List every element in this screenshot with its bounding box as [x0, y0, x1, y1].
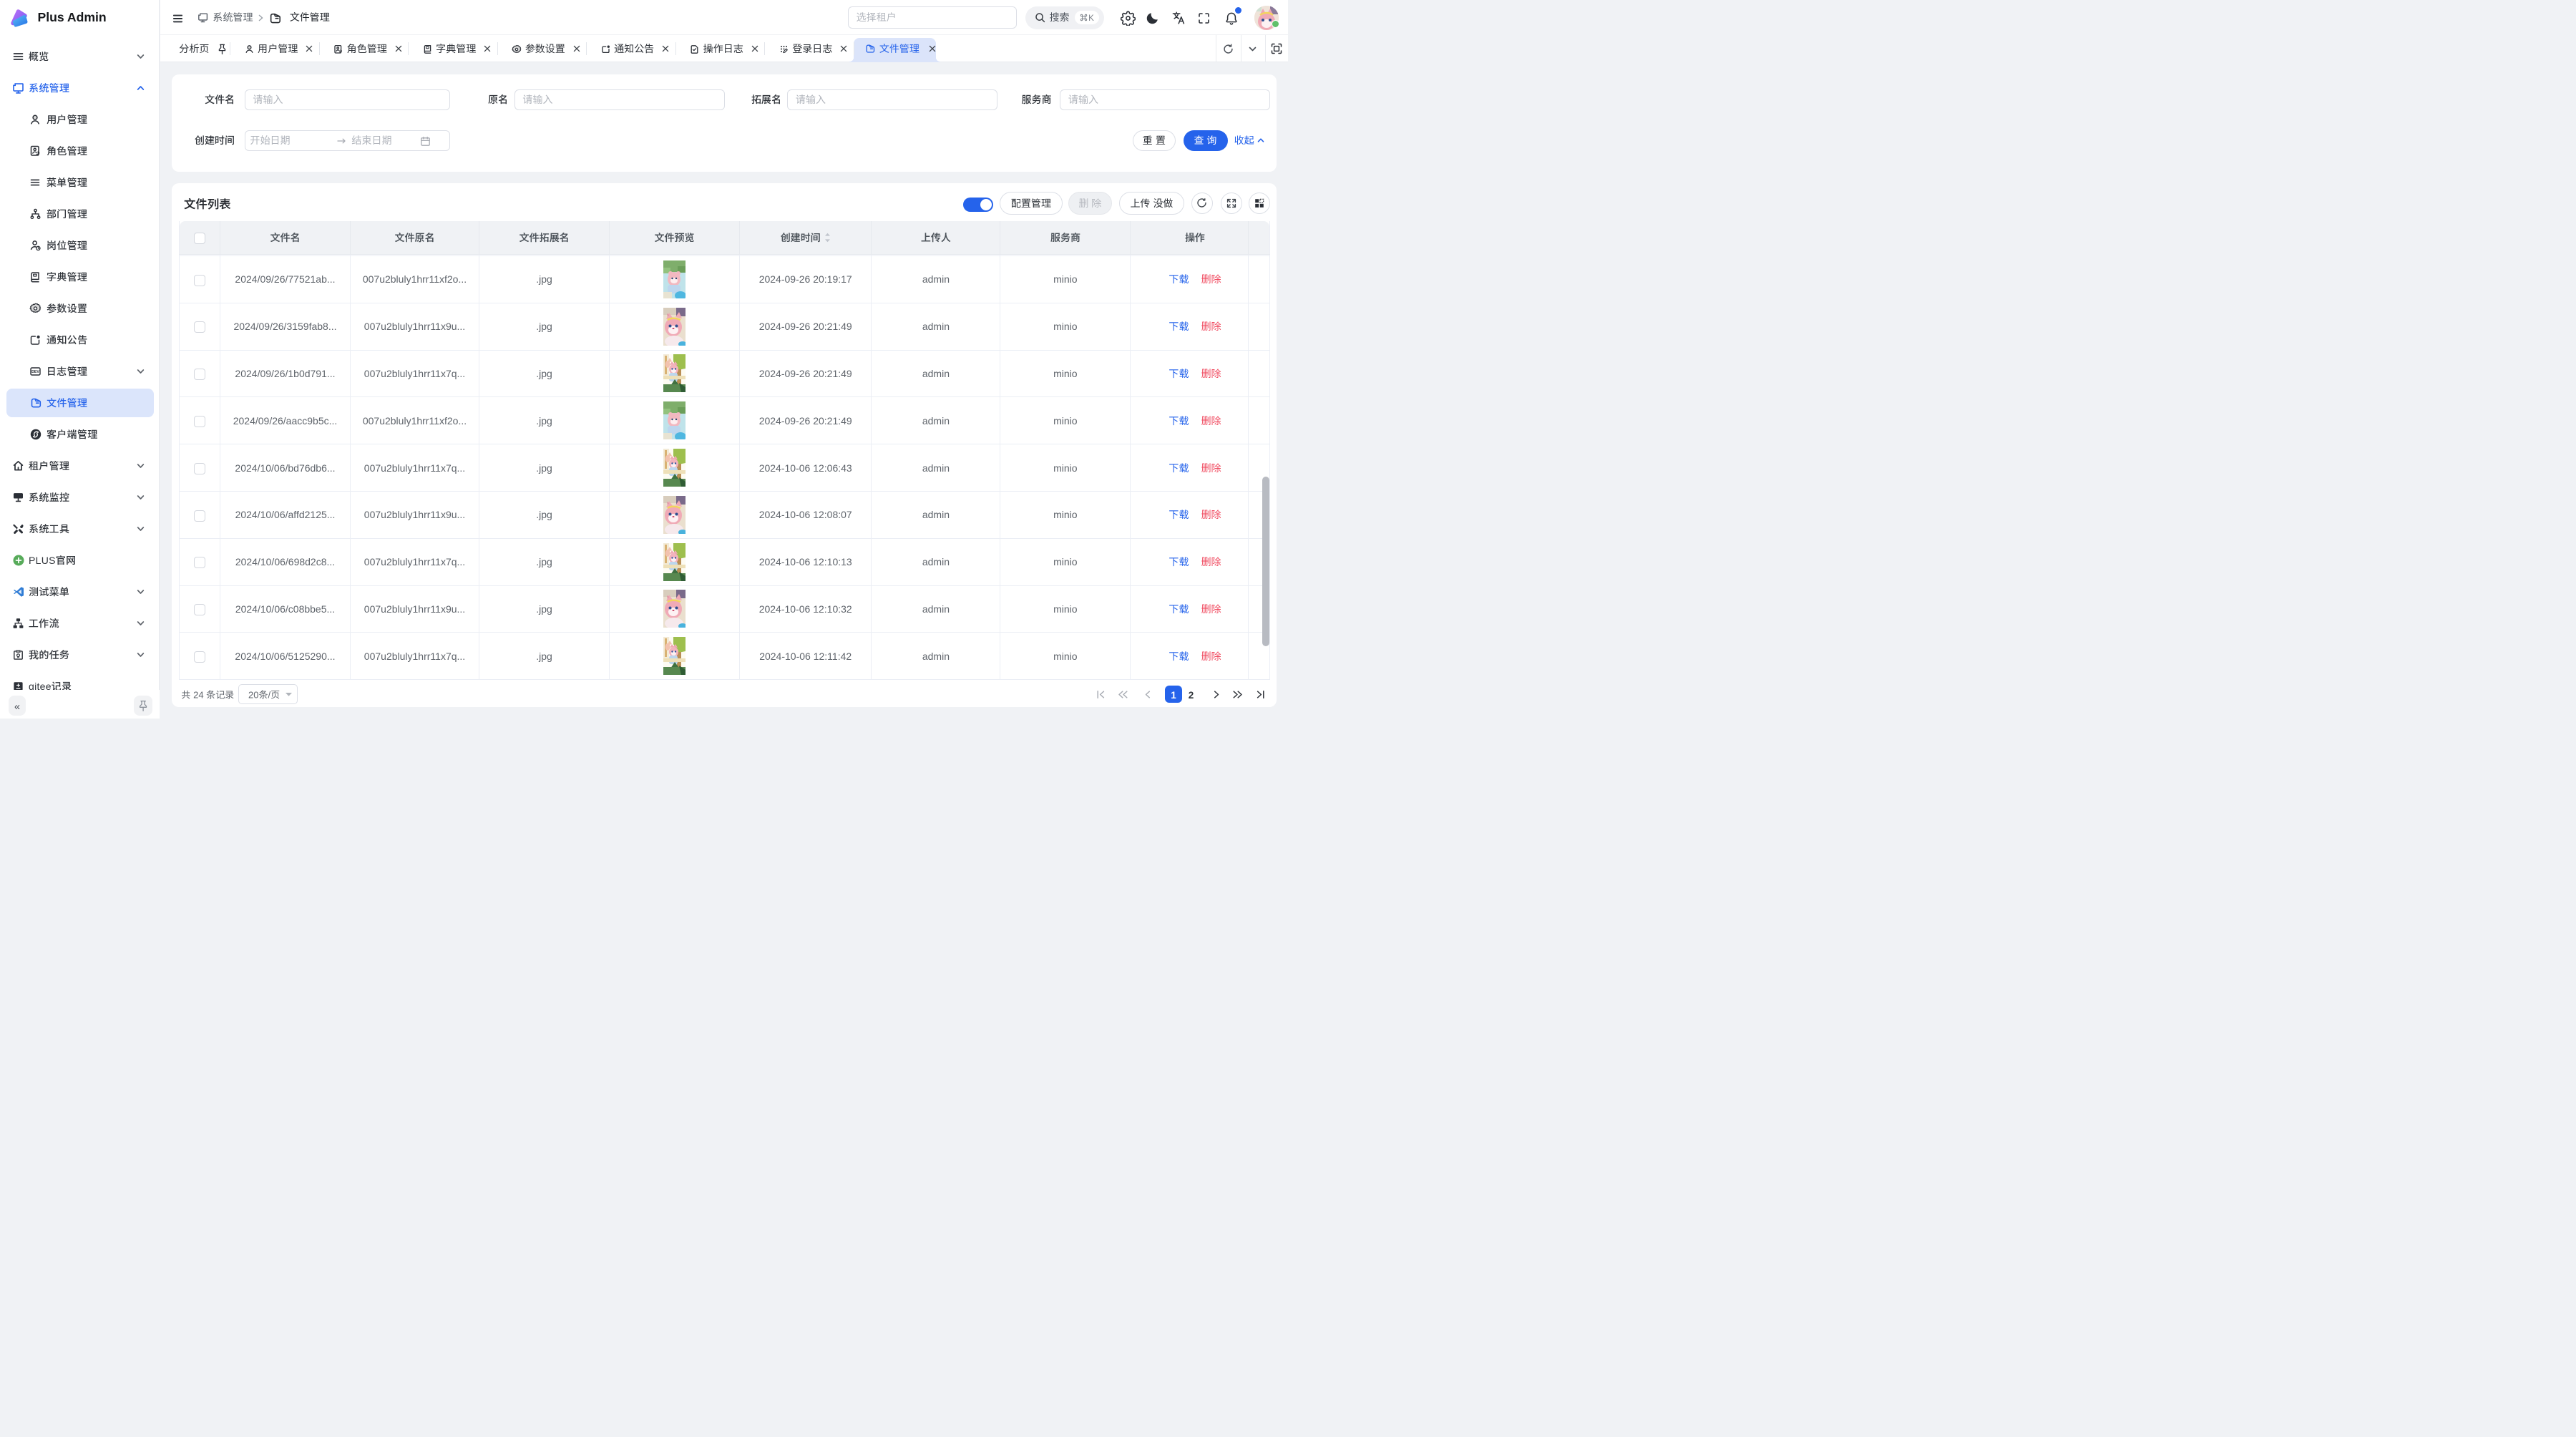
svg-text:DEV: DEV: [31, 370, 39, 374]
